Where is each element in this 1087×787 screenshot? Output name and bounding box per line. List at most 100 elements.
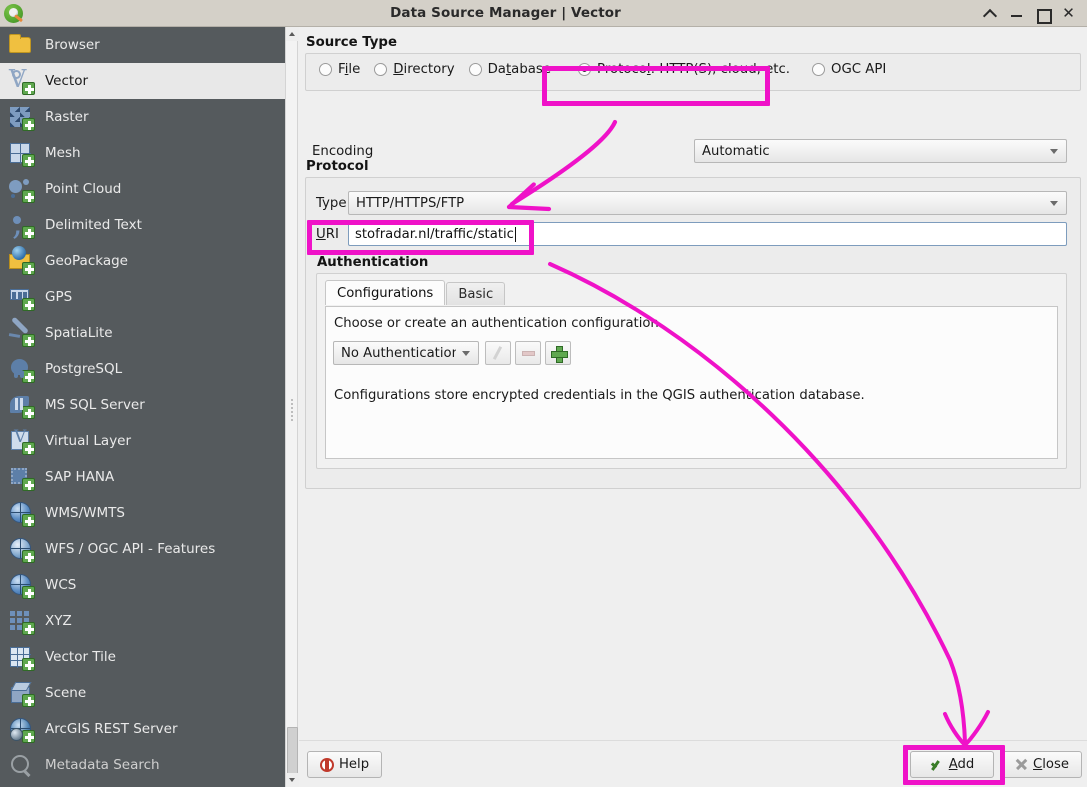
sidebar-item-wfs-ogc-api-features[interactable]: WFS / OGC API - Features (0, 531, 285, 567)
uri-label: URI (316, 227, 339, 242)
sidebar-item-label: MS SQL Server (45, 397, 145, 413)
uri-value: stofradar.nl/traffic/static (355, 226, 514, 242)
browser-folder-icon (8, 32, 35, 59)
sidebar-item-xyz[interactable]: XYZ (0, 603, 285, 639)
sidebar-item-label: Vector (45, 73, 89, 89)
help-button[interactable]: Help (307, 751, 383, 778)
sidebar-item-wms-wmts[interactable]: WMS/WMTS (0, 495, 285, 531)
radio-indicator (812, 63, 826, 76)
sidebar-item-raster[interactable]: Raster (0, 99, 285, 135)
sidebar-item-scene[interactable]: Scene (0, 675, 285, 711)
vector-layer-icon (8, 65, 35, 95)
sidebar-item-sap-hana[interactable]: SAP HANA (0, 459, 285, 495)
sidebar-item-ms-sql-server[interactable]: MS SQL Server (0, 387, 285, 423)
help-label: Help (339, 757, 370, 772)
protocol-type-combobox[interactable]: HTTP/HTTPS/FTP (348, 191, 1067, 215)
window-title: Data Source Manager | Vector (390, 5, 621, 21)
sidebar-item-label: SAP HANA (45, 469, 115, 485)
sidebar-item-label: SpatiaLite (45, 325, 113, 341)
sidebar-item-mesh[interactable]: Mesh (0, 135, 285, 171)
sidebar-item-label: Scene (45, 685, 87, 701)
sidebar-item-wcs[interactable]: WCS (0, 567, 285, 603)
radio-directory[interactable]: Directory (374, 62, 455, 77)
virtual-layer-icon (8, 427, 35, 455)
source-type-group-label: Source Type (306, 35, 397, 50)
xyz-tiles-icon (8, 608, 35, 635)
radio-label: Protocol: HTTP(S), cloud, etc. (597, 62, 791, 77)
radio-database[interactable]: Database (468, 62, 551, 77)
gps-icon (8, 284, 35, 311)
edit-config-button[interactable] (485, 341, 511, 365)
authentication-tabs[interactable]: Configurations Basic (325, 280, 525, 305)
sidebar-item-vector-tile[interactable]: Vector Tile (0, 639, 285, 675)
minimize-icon[interactable] (1010, 6, 1023, 21)
qgis-logo-icon (0, 0, 27, 27)
tab-configurations[interactable]: Configurations (325, 280, 446, 305)
minus-icon (521, 350, 535, 356)
sidebar-item-point-cloud[interactable]: Point Cloud (0, 171, 285, 207)
window-controls: ✕ (984, 5, 1087, 21)
auth-config-combobox[interactable]: No Authentication (333, 341, 479, 365)
authentication-group-label: Authentication (317, 255, 429, 270)
tab-label: Basic (458, 286, 494, 302)
encoding-combobox[interactable]: Automatic (694, 139, 1067, 163)
sidebar-item-label: Metadata Search (45, 757, 160, 773)
sidebar-item-metadata-search[interactable]: Metadata Search (0, 747, 285, 783)
add-button[interactable]: Add (910, 751, 994, 778)
source-type-sidebar[interactable]: Browser Vector Raster Mesh Point Cloud D… (0, 27, 285, 787)
sidebar-item-vector[interactable]: Vector (0, 63, 285, 99)
uri-input[interactable]: stofradar.nl/traffic/static (348, 222, 1067, 246)
splitter-grip[interactable] (290, 397, 295, 427)
radio-label: File (338, 62, 361, 77)
scroll-down-arrow-icon[interactable] (286, 773, 299, 787)
close-icon[interactable]: ✕ (1062, 5, 1075, 21)
radio-label: Directory (393, 62, 455, 77)
sidebar-item-postgresql[interactable]: PostgreSQL (0, 351, 285, 387)
radio-indicator (374, 63, 388, 76)
radio-indicator (468, 63, 482, 76)
remove-config-button[interactable] (515, 341, 541, 365)
encoding-value: Automatic (702, 143, 770, 159)
close-x-icon (1015, 758, 1028, 771)
radio-protocol[interactable]: Protocol: HTTP(S), cloud, etc. (578, 62, 790, 77)
sidebar-item-gps[interactable]: GPS (0, 279, 285, 315)
sidebar-item-virtual-layer[interactable]: Virtual Layer (0, 423, 285, 459)
radio-ogc-api[interactable]: OGC API (812, 62, 886, 77)
chevron-down-icon (1050, 148, 1058, 154)
radio-indicator (578, 63, 592, 76)
tab-basic[interactable]: Basic (446, 282, 506, 305)
scroll-up-arrow-icon[interactable] (286, 27, 299, 41)
sidebar-item-delimited-text[interactable]: Delimited Text (0, 203, 285, 243)
sidebar-item-label: WMS/WMTS (45, 505, 125, 521)
help-lifebuoy-icon (320, 757, 334, 772)
auth-config-note: Configurations store encrypted credentia… (334, 388, 865, 403)
sidebar-scrollbar[interactable] (285, 27, 299, 787)
scene-icon (8, 680, 35, 707)
sidebar-item-arcgis-rest-server[interactable]: ArcGIS REST Server (0, 711, 285, 747)
protocol-type-label: Type (316, 196, 347, 211)
sidebar-item-label: Raster (45, 109, 89, 125)
sidebar-item-label: Vector Tile (45, 649, 116, 665)
sidebar-item-spatialite[interactable]: SpatiaLite (0, 315, 285, 351)
auth-config-prompt: Choose or create an authentication confi… (334, 316, 659, 331)
chevron-down-icon (1050, 200, 1058, 206)
sidebar-item-geopackage[interactable]: GeoPackage (0, 243, 285, 279)
encoding-label: Encoding (312, 144, 374, 159)
sidebar-item-label: ArcGIS REST Server (45, 721, 178, 737)
postgresql-icon (8, 356, 35, 383)
sidebar-item-label: WFS / OGC API - Features (45, 541, 216, 557)
maximize-icon[interactable] (1036, 6, 1049, 21)
add-config-button[interactable] (545, 341, 571, 365)
sidebar-item-label: Delimited Text (45, 217, 142, 233)
chevron-up-icon[interactable] (984, 6, 997, 21)
sidebar-item-browser[interactable]: Browser (0, 27, 285, 63)
radio-file[interactable]: File (319, 62, 360, 77)
sidebar-item-label: PostgreSQL (45, 361, 123, 377)
spatialite-icon (8, 320, 35, 347)
close-button[interactable]: Close (1002, 751, 1082, 778)
point-cloud-icon (8, 176, 35, 203)
sidebar-item-label: WCS (45, 577, 77, 593)
source-type-radio-group: File Directory Database Protocol: HTTP(S… (305, 53, 1081, 91)
sidebar-item-label: Browser (45, 37, 100, 53)
check-icon (930, 758, 944, 772)
